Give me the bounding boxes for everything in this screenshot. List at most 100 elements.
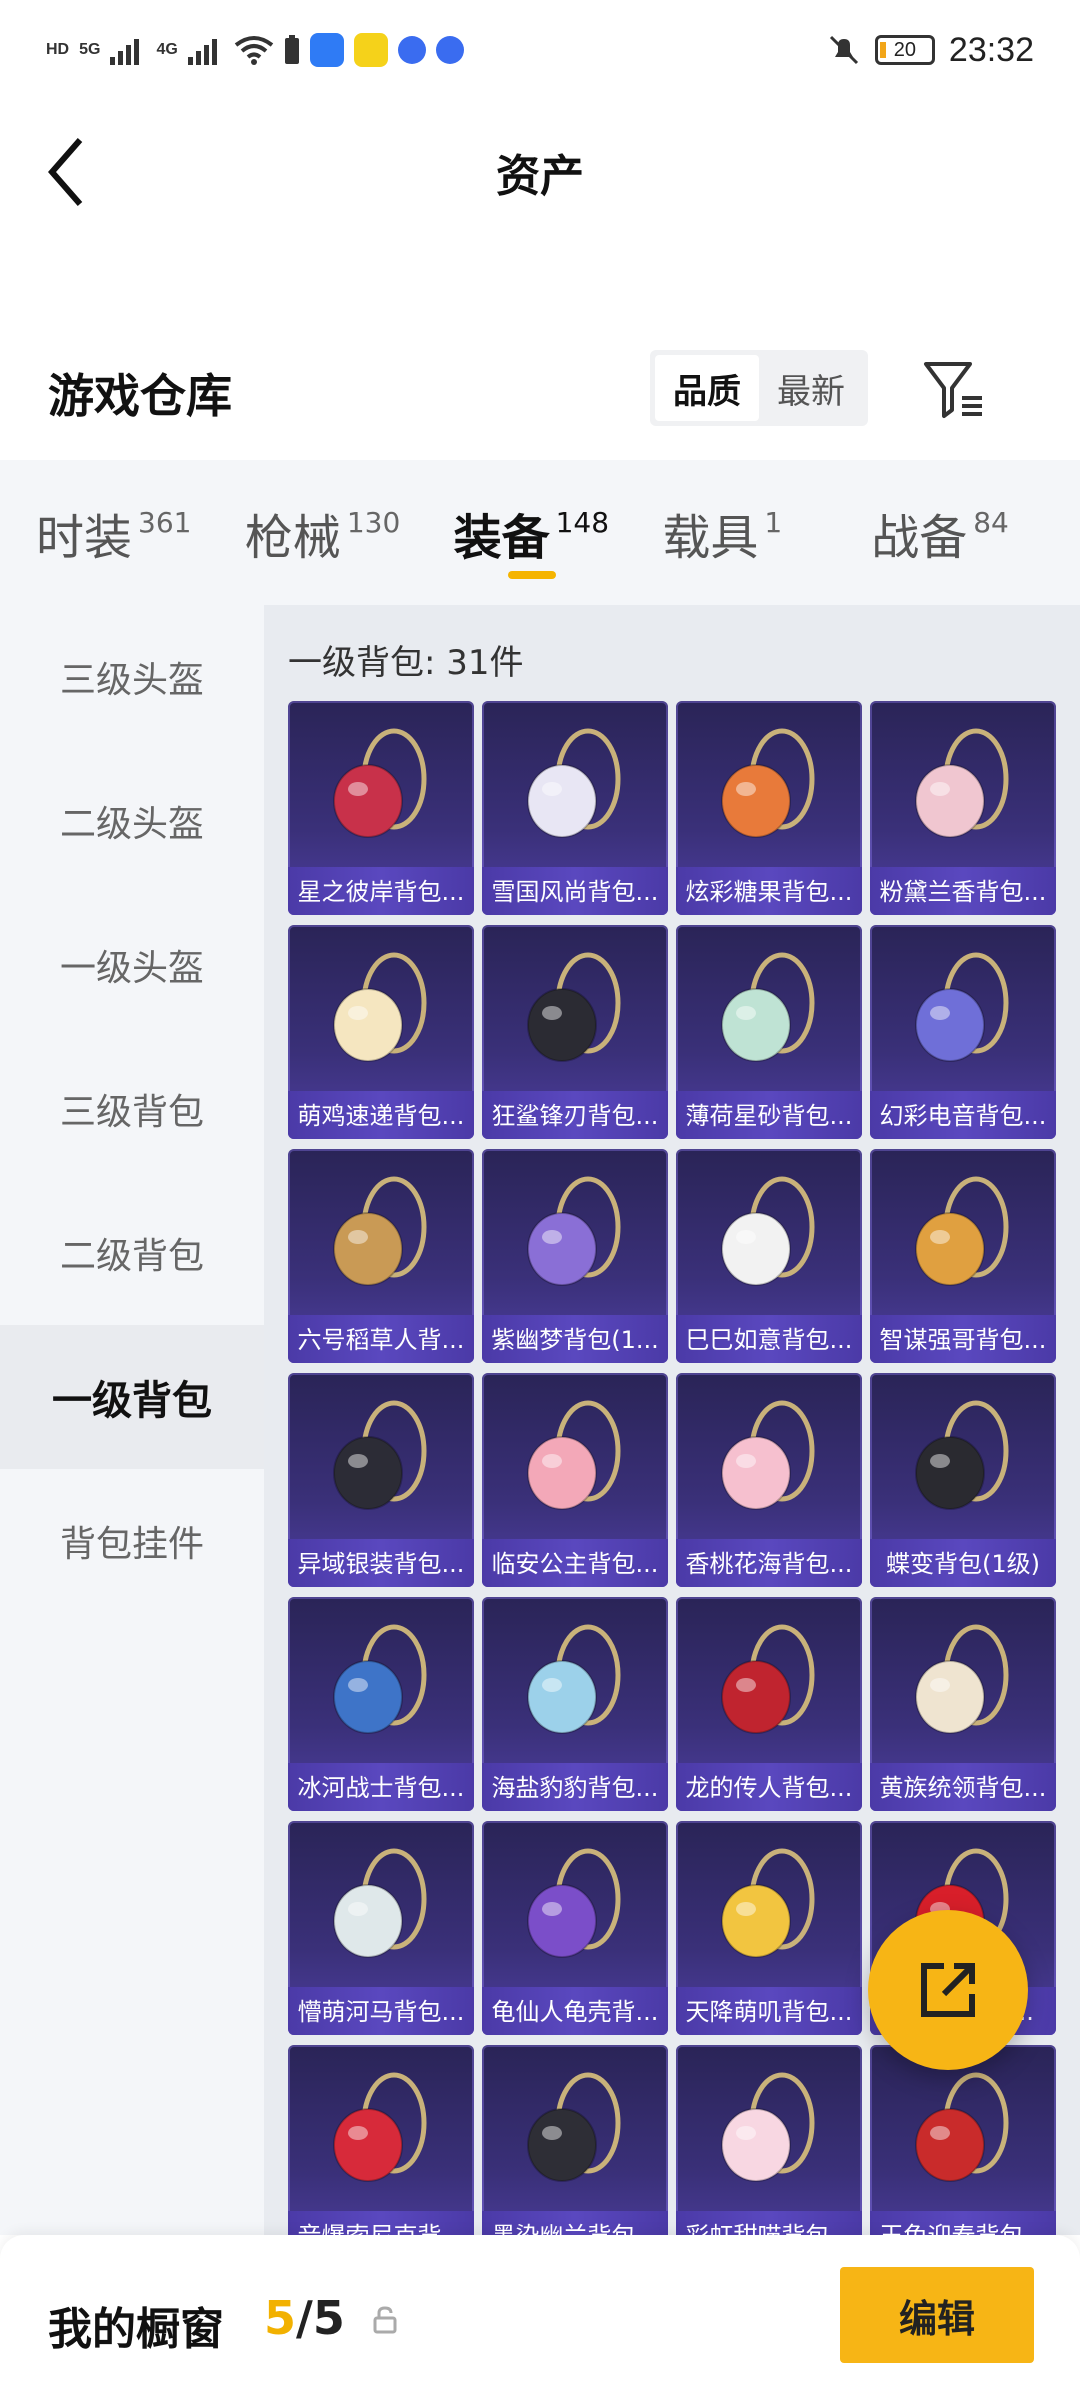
tab-count: 148: [555, 506, 610, 539]
share-fab[interactable]: [868, 1910, 1028, 2070]
item-card-label: 冰河战士背包...: [297, 1774, 465, 1802]
item-card-label: 巳巳如意背包...: [685, 1326, 853, 1354]
item-card[interactable]: 懵萌河马背包...: [288, 1821, 474, 2035]
backpack-icon: [721, 2072, 815, 2182]
item-card[interactable]: 异域银装背包...: [288, 1373, 474, 1587]
edit-button[interactable]: 编辑: [840, 2267, 1034, 2363]
backpack-icon: [333, 1848, 427, 1958]
backpack-icon: [527, 1848, 621, 1958]
item-card-label: 黄族统领背包...: [879, 1774, 1047, 1802]
4g-label: 4G: [156, 41, 178, 58]
item-card[interactable]: 海盐豹豹背包...: [482, 1597, 668, 1811]
tab-count: 84: [973, 506, 1009, 539]
filter-button[interactable]: [920, 354, 990, 424]
backpack-icon: [721, 1400, 815, 1510]
tab-vehicles[interactable]: 载具 1: [662, 460, 871, 605]
item-card[interactable]: 六号稻草人背...: [288, 1149, 474, 1363]
sidebar-item-backpack-lv3[interactable]: 三级背包: [0, 1037, 264, 1181]
battery-level: 20: [893, 38, 917, 61]
warehouse-header: 游戏仓库 品质 最新: [0, 340, 1080, 450]
item-card-label: 萌鸡速递背包...: [297, 1102, 465, 1130]
item-card[interactable]: 龙的传人背包...: [676, 1597, 862, 1811]
tab-label: 时装: [36, 510, 133, 566]
sidebar-item-backpack-lv2[interactable]: 二级背包: [0, 1181, 264, 1325]
item-card[interactable]: 狂鲨锋刃背包...: [482, 925, 668, 1139]
backpack-icon: [527, 952, 621, 1062]
sidebar-item-helmet-lv3[interactable]: 三级头盔: [0, 605, 264, 749]
tab-fashion[interactable]: 时装 361: [36, 460, 245, 605]
item-card[interactable]: 炫彩糖果背包...: [676, 701, 862, 915]
item-card-label: 紫幽梦背包(1...: [491, 1326, 659, 1354]
item-card-label: 香桃花海背包...: [685, 1550, 853, 1578]
item-card[interactable]: 龟仙人龟壳背...: [482, 1821, 668, 2035]
backpack-icon: [333, 1624, 427, 1734]
tab-combat-gear[interactable]: 战备 84: [871, 460, 1080, 605]
item-card[interactable]: 幻彩电音背包...: [870, 925, 1056, 1139]
backpack-icon: [915, 728, 1009, 838]
item-card[interactable]: 智谋强哥背包...: [870, 1149, 1056, 1363]
item-card-label: 粉黛兰香背包...: [879, 878, 1047, 906]
item-card[interactable]: 紫幽梦背包(1...: [482, 1149, 668, 1363]
item-card-label: 异域银装背包...: [297, 1550, 465, 1578]
hd-label: HD: [46, 41, 70, 58]
showcase-count-separator: /: [296, 2291, 313, 2345]
item-card-label: 星之彼岸背包...: [297, 878, 465, 906]
backpack-icon: [915, 952, 1009, 1062]
item-card-label: 薄荷星砂背包...: [685, 1102, 853, 1130]
item-card[interactable]: 音爆索尼克背...: [288, 2045, 474, 2235]
item-card[interactable]: 临安公主背包...: [482, 1373, 668, 1587]
backpack-icon: [721, 1176, 815, 1286]
tab-label: 枪械: [244, 510, 341, 566]
item-card[interactable]: 星之彼岸背包...: [288, 701, 474, 915]
sidebar-item-backpack-charm[interactable]: 背包挂件: [0, 1469, 264, 1613]
item-card[interactable]: 雪国风尚背包...: [482, 701, 668, 915]
tab-guns[interactable]: 枪械 130: [245, 460, 454, 605]
backpack-icon: [527, 1400, 621, 1510]
item-card[interactable]: 彩虹甜喵背包...: [676, 2045, 862, 2235]
backpack-icon: [915, 1624, 1009, 1734]
item-card-label: 临安公主背包...: [491, 1550, 659, 1578]
item-card-label: 雪国风尚背包...: [491, 878, 659, 906]
item-card[interactable]: 墨染幽兰背包...: [482, 2045, 668, 2235]
status-left: HD 5G 4G: [46, 33, 464, 67]
item-card[interactable]: 香桃花海背包...: [676, 1373, 862, 1587]
active-tab-indicator: [507, 571, 556, 579]
item-card-label: 幻彩电音背包...: [879, 1102, 1047, 1130]
subcategory-sidebar: 三级头盔 二级头盔 一级头盔 三级背包 二级背包 一级背包 背包挂件: [0, 605, 264, 2235]
item-card-label: 六号稻草人背...: [297, 1326, 465, 1354]
item-card[interactable]: 萌鸡速递背包...: [288, 925, 474, 1139]
backpack-icon: [915, 1176, 1009, 1286]
battery-saver-icon: [284, 35, 299, 64]
item-card-label: 龟仙人龟壳背...: [491, 1998, 659, 2026]
item-card[interactable]: 冰河战士背包...: [288, 1597, 474, 1811]
item-card-label: 智谋强哥背包...: [879, 1326, 1047, 1354]
tab-label: 装备: [453, 510, 550, 566]
sidebar-item-helmet-lv2[interactable]: 二级头盔: [0, 749, 264, 893]
sidebar-item-backpack-lv1[interactable]: 一级背包: [0, 1325, 264, 1469]
item-card-label: 墨染幽兰背包...: [490, 2216, 660, 2235]
sort-toggle: 品质 最新: [650, 350, 868, 426]
mute-bell-icon: [829, 35, 858, 65]
sort-latest-option[interactable]: 最新: [759, 355, 863, 421]
item-card[interactable]: 天降萌叽背包...: [676, 1821, 862, 2035]
clock: 23:32: [948, 30, 1034, 69]
item-card[interactable]: 巳巳如意背包...: [676, 1149, 862, 1363]
sidebar-item-helmet-lv1[interactable]: 一级头盔: [0, 893, 264, 1037]
item-card[interactable]: 黄族统领背包...: [870, 1597, 1056, 1811]
item-card[interactable]: 蝶变背包(1级): [870, 1373, 1056, 1587]
item-card[interactable]: 薄荷星砂背包...: [676, 925, 862, 1139]
wifi-icon: [234, 36, 274, 65]
tab-equipment[interactable]: 装备 148: [454, 460, 663, 605]
backpack-icon: [915, 2072, 1009, 2182]
tab-count: 130: [346, 506, 401, 539]
sort-quality-option[interactable]: 品质: [655, 355, 759, 421]
item-card[interactable]: 玉兔迎春背包...: [870, 2045, 1056, 2235]
5g-label: 5G: [79, 41, 101, 58]
item-card[interactable]: 粉黛兰香背包...: [870, 701, 1056, 915]
tab-label: 载具: [662, 510, 759, 566]
app-store-icon: [309, 33, 344, 67]
backpack-icon: [721, 728, 815, 838]
item-card-label: 彩虹甜喵背包...: [684, 2216, 854, 2235]
section-title: 一级背包: 31件: [288, 643, 524, 683]
backpack-icon: [333, 952, 427, 1062]
